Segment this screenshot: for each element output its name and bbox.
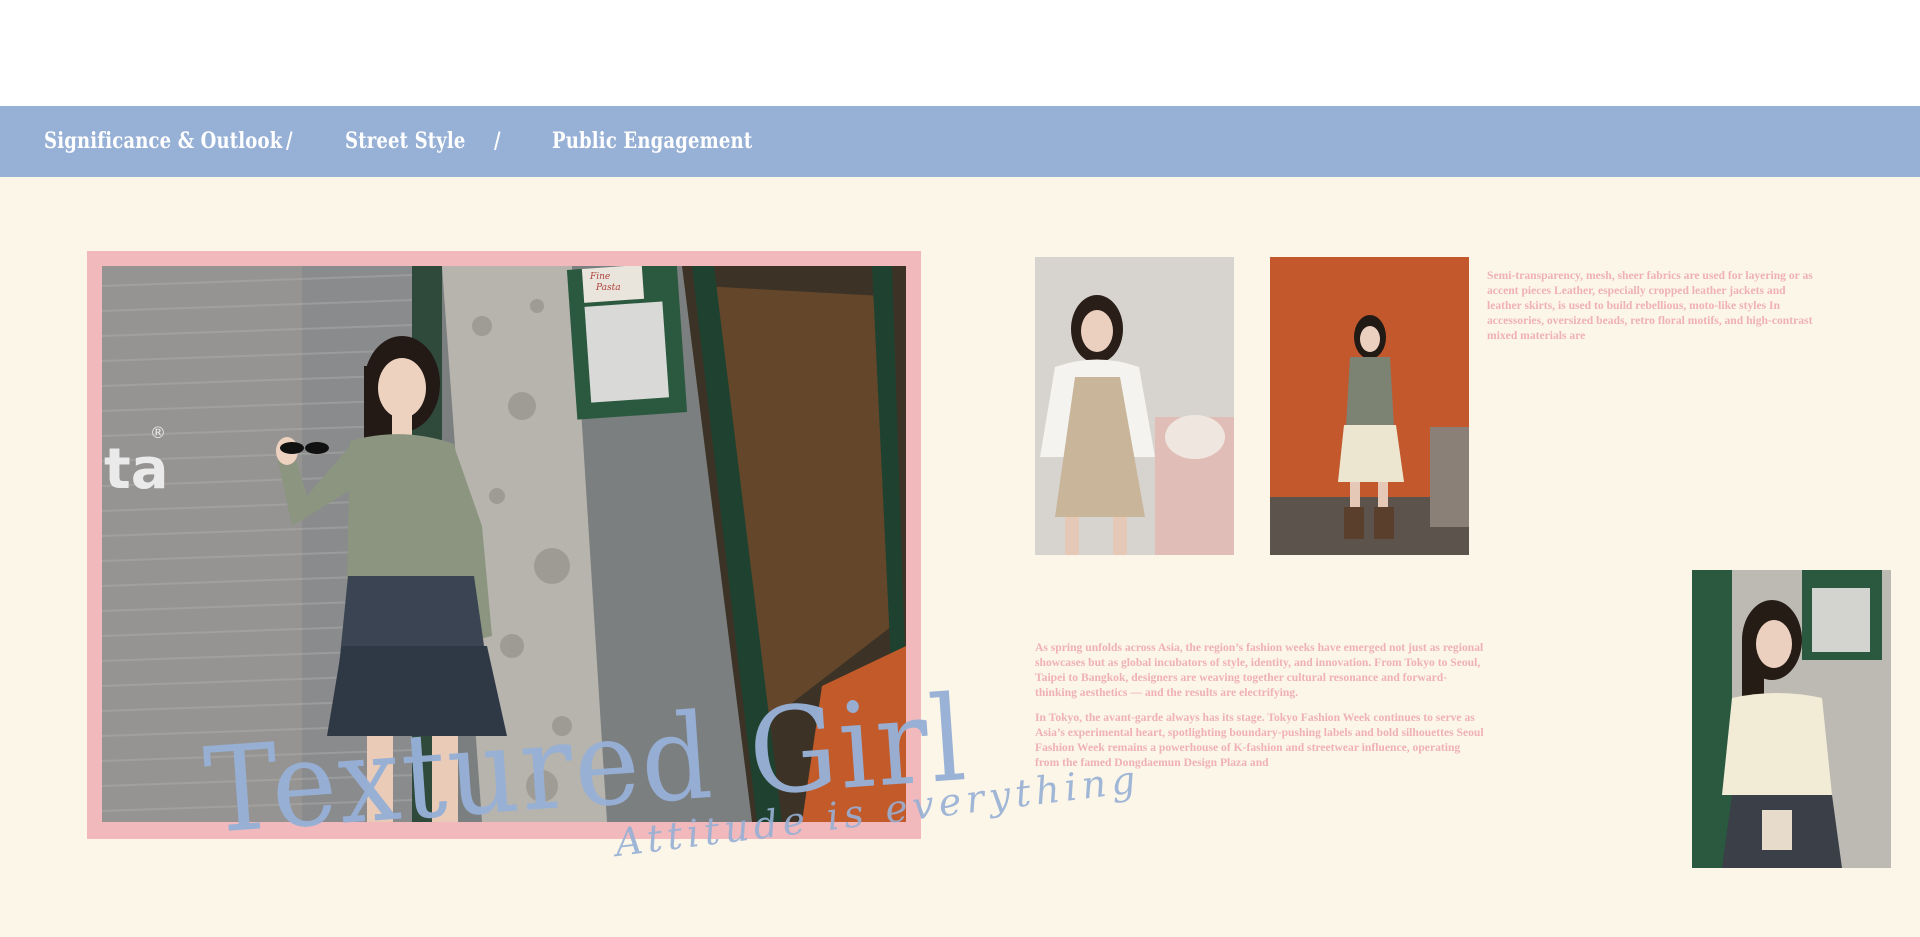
nav-separator: / xyxy=(286,128,293,154)
thumbnail-photo-1 xyxy=(1035,257,1234,555)
nav-separator: / xyxy=(494,128,501,154)
sign-text-pasta: Pasta xyxy=(595,283,621,293)
body-copy-fashion-weeks: As spring unfolds across Asia, the regio… xyxy=(1035,640,1485,780)
paragraph-1: As spring unfolds across Asia, the regio… xyxy=(1035,641,1484,699)
section-nav: Significance & Outlook / Street Style / … xyxy=(0,106,1920,177)
thumbnail-photo-2 xyxy=(1270,257,1469,555)
page: Significance & Outlook / Street Style / … xyxy=(0,0,1920,937)
nav-item-street-style[interactable]: Street Style xyxy=(345,106,466,177)
sign-text-fine: Fine xyxy=(589,272,610,282)
nav-item-public-engagement[interactable]: Public Engagement xyxy=(552,106,752,177)
main-content: ta ® Fine Pasta Semi-transparency, mesh,… xyxy=(0,177,1920,937)
storefront-mark: ® xyxy=(150,423,166,442)
top-bar xyxy=(0,0,1920,106)
nav-item-significance-outlook[interactable]: Significance & Outlook xyxy=(44,106,282,177)
storefront-text: ta xyxy=(104,437,169,502)
body-copy-fabrics: Semi-transparency, mesh, sheer fabrics a… xyxy=(1487,268,1813,342)
thumbnail-photo-3 xyxy=(1692,570,1891,868)
